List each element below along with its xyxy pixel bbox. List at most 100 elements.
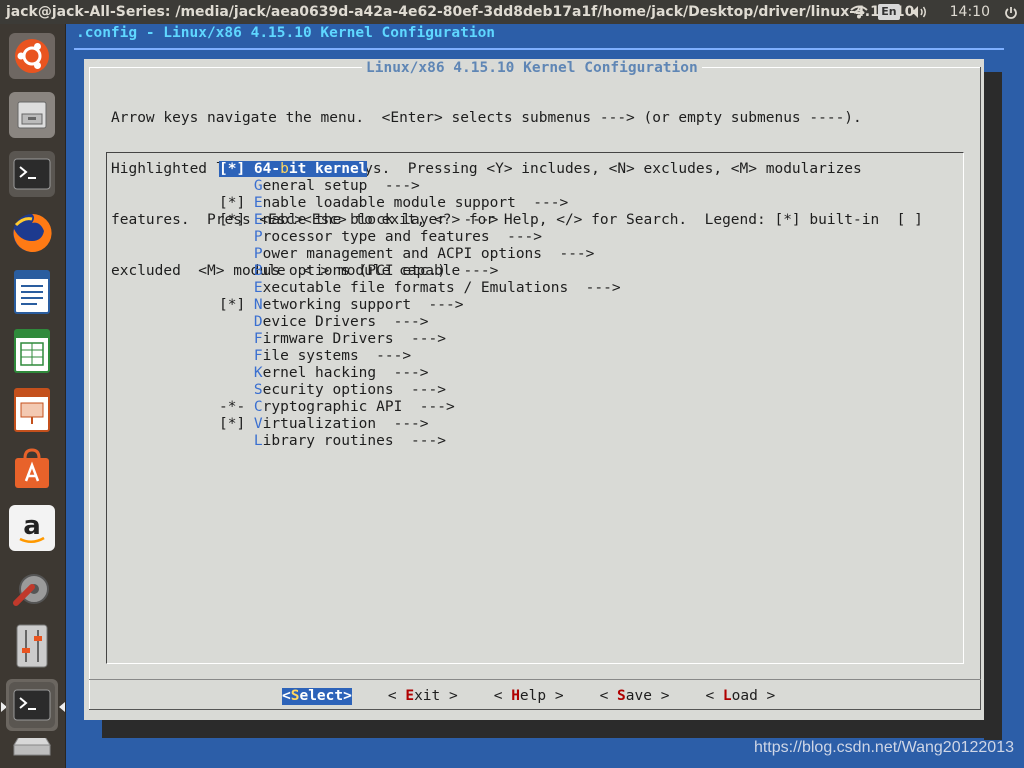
menu-item-state: [*] — [219, 416, 254, 432]
menu-item-state: [*] — [219, 212, 254, 228]
wifi-icon[interactable] — [846, 0, 872, 24]
watermark: https://blog.csdn.net/Wang20122013 — [753, 739, 1014, 756]
dialog-button[interactable]: < Save > — [600, 688, 670, 705]
menu-list: [*] 64-bit kernel General setup ---> [*] … — [219, 161, 621, 450]
menu-item-label: eneral setup ---> — [262, 178, 420, 194]
menu-item-state: [*] — [219, 297, 254, 313]
calc-button[interactable] — [6, 325, 58, 377]
menu-item-hotkey: G — [253, 178, 263, 194]
dialog-button[interactable]: < Load > — [705, 688, 775, 705]
menu-item-state: -*- — [219, 399, 254, 415]
amazon-button[interactable]: a — [6, 502, 58, 554]
menu-item[interactable]: [*] Enable loadable module support ---> — [219, 195, 621, 212]
document-icon — [9, 269, 55, 315]
menu-item-state — [219, 365, 254, 381]
terminal-running-button[interactable] — [6, 679, 58, 731]
menu-item[interactable]: [*] 64-bit kernel — [219, 161, 621, 178]
system-settings-button[interactable] — [6, 561, 58, 613]
focused-indicator — [59, 702, 65, 712]
menu-item[interactable]: Firmware Drivers ---> — [219, 331, 621, 348]
writer-button[interactable] — [6, 266, 58, 318]
dialog-button[interactable]: < Exit > — [388, 688, 458, 705]
selected-menu-item: [*] 64-bit kernel — [219, 161, 368, 177]
firefox-button[interactable] — [6, 207, 58, 259]
menu-item-hotkey: P — [253, 246, 263, 262]
menu-item[interactable]: Executable file formats / Emulations ---… — [219, 280, 621, 297]
menu-item[interactable]: [*] Virtualization ---> — [219, 416, 621, 433]
header-rule — [74, 48, 1004, 50]
menu-item-hotkey: D — [253, 314, 263, 330]
drive-button[interactable] — [6, 738, 58, 768]
menu-item[interactable]: Bus options (PCI etc.) ---> — [219, 263, 621, 280]
menu-item-label: us options (PCI etc.) ---> — [262, 263, 499, 279]
menu-item-label: evice Drivers ---> — [262, 314, 429, 330]
mixer-button[interactable] — [6, 620, 58, 672]
menu-item-hotkey: N — [253, 297, 263, 313]
firefox-icon — [9, 210, 55, 256]
files-button[interactable] — [6, 89, 58, 141]
menu-item[interactable]: General setup ---> — [219, 178, 621, 195]
menu-item[interactable]: Processor type and features ---> — [219, 229, 621, 246]
spreadsheet-icon — [9, 328, 55, 374]
menu-item-state — [219, 246, 254, 262]
terminal-button[interactable] — [6, 148, 58, 200]
dialog-button[interactable]: <Select> — [282, 688, 352, 705]
menu-item-hotkey: E — [253, 280, 263, 296]
ubuntu-logo-icon — [9, 33, 55, 79]
menu-item-label: ryptographic API ---> — [262, 399, 455, 415]
menu-item-state — [219, 348, 254, 364]
settings-wrench-icon — [9, 564, 55, 610]
menu-item-hotkey: F — [253, 348, 263, 364]
volume-icon[interactable] — [906, 0, 932, 24]
menu-item-state — [219, 280, 254, 296]
button-separator — [89, 679, 981, 680]
menu-item-label: nable loadable module support ---> — [262, 195, 569, 211]
menu-item-label: ower management and ACPI options ---> — [262, 246, 595, 262]
menu-item-label: xecutable file formats / Emulations ---> — [262, 280, 621, 296]
menu-item-hotkey: L — [253, 433, 263, 449]
help-line: Arrow keys navigate the menu. <Enter> se… — [111, 110, 862, 126]
menu-item[interactable]: Device Drivers ---> — [219, 314, 621, 331]
terminal-scrollbar[interactable] — [1008, 24, 1024, 768]
menu-item-label: irmware Drivers ---> — [262, 331, 446, 347]
menu-item[interactable]: [*] Enable the block layer ---> — [219, 212, 621, 229]
software-center-button[interactable] — [6, 443, 58, 495]
impress-button[interactable] — [6, 384, 58, 436]
window-title: jack@jack-All-Series: /media/jack/aea063… — [6, 4, 915, 20]
dialog-title: Linux/x86 4.15.10 Kernel Configuration — [362, 60, 702, 76]
terminal-icon — [9, 682, 55, 728]
svg-text:a: a — [23, 511, 41, 541]
ubuntu-dash-button[interactable] — [6, 30, 58, 82]
menu-item-label: ile systems ---> — [262, 348, 412, 364]
menu-item-state — [219, 263, 254, 279]
terminal-header: .config - Linux/x86 4.15.10 Kernel Confi… — [76, 25, 496, 41]
amazon-icon: a — [9, 505, 55, 551]
menu-item[interactable]: Library routines ---> — [219, 433, 621, 450]
menu-item[interactable]: File systems ---> — [219, 348, 621, 365]
dialog-shadow — [984, 72, 1002, 740]
menu-item-hotkey: C — [253, 399, 263, 415]
menu-item-state — [219, 382, 254, 398]
menu-item-hotkey: S — [253, 382, 263, 398]
dialog-button[interactable]: < Help > — [494, 688, 564, 705]
menu-item[interactable]: Security options ---> — [219, 382, 621, 399]
menu-item-hotkey: B — [253, 263, 263, 279]
menu-item[interactable]: Kernel hacking ---> — [219, 365, 621, 382]
clock[interactable]: 14:10 — [950, 0, 990, 24]
menu-item-hotkey: P — [253, 229, 263, 245]
menu-item[interactable]: Power management and ACPI options ---> — [219, 246, 621, 263]
menu-item-hotkey: E — [253, 195, 263, 211]
menu-item[interactable]: -*- Cryptographic API ---> — [219, 399, 621, 416]
dialog-shadow — [102, 720, 1002, 738]
power-icon[interactable] — [1004, 4, 1018, 19]
dialog-border — [980, 67, 981, 709]
keyboard-layout-indicator[interactable]: En — [878, 4, 900, 20]
menu-item[interactable]: [*] Networking support ---> — [219, 297, 621, 314]
menu-item-hotkey: V — [253, 416, 263, 432]
menu-item-label: etworking support ---> — [262, 297, 464, 313]
dialog-border — [89, 709, 981, 710]
dialog-border — [89, 67, 90, 709]
menu-item-label: ecurity options ---> — [262, 382, 446, 398]
terminal-icon — [9, 151, 55, 197]
menu-item-label: ibrary routines ---> — [262, 433, 446, 449]
